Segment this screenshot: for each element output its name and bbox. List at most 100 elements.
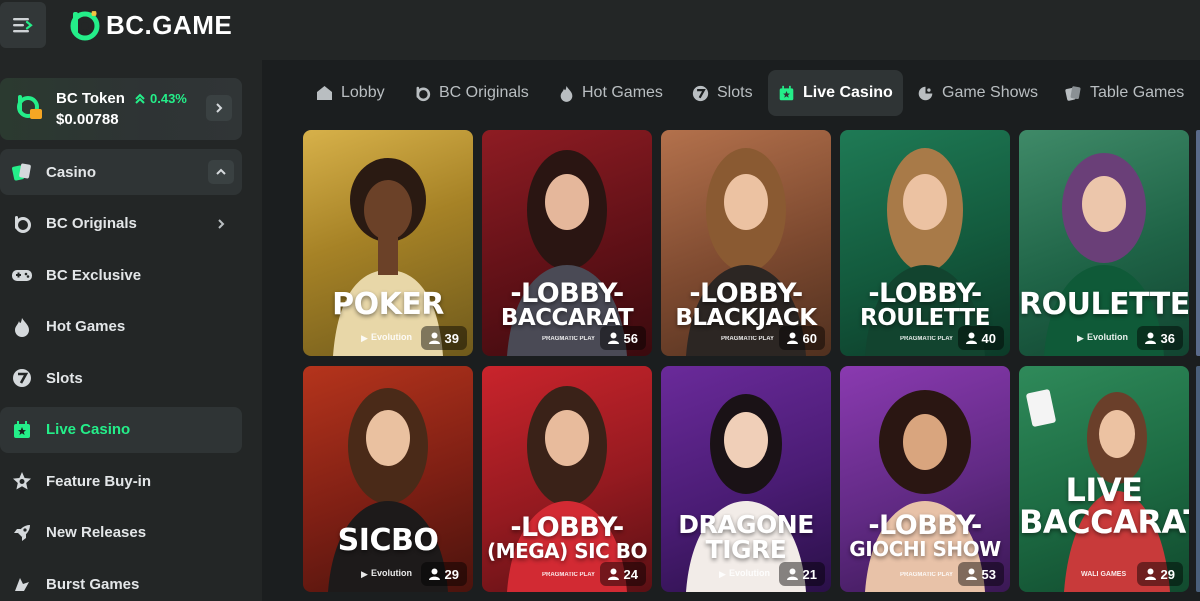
logo-text: BC.GAME bbox=[106, 9, 233, 40]
tab-label: Slots bbox=[717, 84, 753, 101]
user-icon bbox=[1144, 568, 1156, 580]
game-title: -LOBBY- GIOCHI SHOW bbox=[849, 510, 1001, 561]
live-casino-icon bbox=[11, 420, 33, 440]
sidebar-item-slots[interactable]: Slots bbox=[0, 355, 242, 401]
game-card[interactable]: -LOBBY- (MEGA) SIC BO PRAGMATIC PLAY 24 bbox=[482, 366, 652, 592]
next-game-card-peek[interactable] bbox=[1196, 366, 1200, 592]
top-bar: BC.GAME bbox=[0, 0, 1200, 60]
token-arrow-button[interactable] bbox=[206, 95, 232, 121]
fire-icon bbox=[560, 85, 573, 102]
sidebar-item-feature-buy-in[interactable]: Feature Buy-in bbox=[0, 458, 242, 504]
tab-game-shows[interactable]: Game Shows bbox=[917, 70, 1038, 116]
tab-table-games[interactable]: Table Games bbox=[1064, 70, 1184, 116]
tab-live-casino[interactable]: Live Casino bbox=[768, 70, 903, 116]
sidebar-item-hot-games[interactable]: Hot Games bbox=[0, 304, 242, 350]
sidebar-item-live-casino[interactable]: Live Casino bbox=[0, 406, 242, 453]
game-card[interactable]: -LOBBY- GIOCHI SHOW PRAGMATIC PLAY 53 bbox=[840, 366, 1010, 592]
dealer-image bbox=[328, 388, 448, 592]
token-name: BC Token bbox=[56, 90, 125, 107]
game-title: SICBO bbox=[337, 523, 439, 558]
user-icon bbox=[428, 568, 440, 580]
sidebar-item-bc-originals[interactable]: BC Originals bbox=[0, 201, 242, 247]
player-count: 29 bbox=[1136, 562, 1183, 586]
menu-toggle-button[interactable] bbox=[0, 2, 46, 48]
game-card[interactable]: ROULETTE ▶ Evolution 36 bbox=[1019, 130, 1189, 356]
bc-token-icon bbox=[17, 95, 42, 119]
user-icon bbox=[1144, 332, 1156, 344]
provider-logo: ▶ Evolution bbox=[361, 332, 412, 343]
game-card[interactable]: -LOBBY- ROULETTE PRAGMATIC PLAY 40 bbox=[840, 130, 1010, 356]
next-game-card-peek[interactable] bbox=[1196, 130, 1200, 356]
sidebar-item-label: Hot Games bbox=[46, 318, 126, 335]
game-show-icon bbox=[918, 86, 933, 100]
cards-icon bbox=[11, 162, 33, 182]
player-count: 36 bbox=[1136, 326, 1183, 350]
player-count: 24 bbox=[599, 562, 646, 586]
game-title: -LOBBY- BACCARAT bbox=[500, 278, 634, 331]
tab-bc-originals[interactable]: BC Originals bbox=[414, 70, 529, 116]
star-icon bbox=[11, 471, 33, 491]
player-count: 29 bbox=[420, 562, 467, 586]
provider-logo: PRAGMATIC PLAY bbox=[542, 572, 596, 578]
provider-logo: ▶ Evolution bbox=[719, 568, 770, 579]
game-card[interactable]: -LOBBY- BLACKJACK PRAGMATIC PLAY 60 bbox=[661, 130, 831, 356]
chevron-right-icon bbox=[216, 103, 223, 113]
tab-label: Hot Games bbox=[582, 84, 663, 101]
token-change: 0.43% bbox=[134, 91, 187, 106]
sidebar-item-label: Casino bbox=[46, 163, 97, 181]
bc-originals-icon bbox=[416, 86, 431, 101]
chevron-right-icon[interactable] bbox=[208, 212, 234, 236]
sidebar-item-label: BC Originals bbox=[46, 215, 137, 232]
tab-label: Game Shows bbox=[942, 84, 1039, 101]
user-icon bbox=[607, 568, 619, 580]
tab-label: Table Games bbox=[1090, 84, 1185, 101]
sidebar: BC Token 0.43% $0.00788 Casino BC Origin… bbox=[0, 60, 262, 601]
dealer-image bbox=[1044, 153, 1164, 356]
game-card[interactable]: -LOBBY- BACCARAT PRAGMATIC PLAY 56 bbox=[482, 130, 652, 356]
sidebar-item-label: New Releases bbox=[46, 524, 147, 541]
sidebar-item-label: Live Casino bbox=[46, 421, 131, 438]
sidebar-item-burst-games[interactable]: Burst Games bbox=[0, 561, 242, 601]
sidebar-item-new-releases[interactable]: New Releases bbox=[0, 510, 242, 556]
game-title: ROULETTE bbox=[1019, 287, 1189, 322]
tab-label: Lobby bbox=[341, 84, 385, 101]
user-icon bbox=[786, 568, 798, 580]
tab-label: BC Originals bbox=[439, 84, 529, 101]
game-title: -LOBBY- BLACKJACK bbox=[675, 278, 817, 331]
menu-collapse-icon bbox=[13, 18, 33, 33]
provider-logo: ▶ Evolution bbox=[361, 568, 412, 579]
main-content: Lobby BC Originals Hot Games Slots Live … bbox=[262, 60, 1200, 601]
logo[interactable]: BC.GAME bbox=[68, 6, 232, 44]
tab-label: Live Casino bbox=[803, 84, 893, 101]
game-card[interactable]: LIVE BACCARAT WALI GAMES 29 bbox=[1019, 366, 1189, 592]
provider-logo: PRAGMATIC PLAY bbox=[900, 572, 954, 578]
game-card[interactable]: DRAGONE TIGRE ▶ Evolution 21 bbox=[661, 366, 831, 592]
sidebar-item-casino[interactable]: Casino bbox=[0, 149, 242, 195]
token-price: $0.00788 bbox=[56, 111, 119, 128]
slot-seven-icon bbox=[692, 85, 709, 101]
provider-logo: PRAGMATIC PLAY bbox=[721, 336, 775, 342]
tab-lobby[interactable]: Lobby bbox=[316, 70, 385, 116]
fire-icon bbox=[11, 317, 33, 337]
tab-hot-games[interactable]: Hot Games bbox=[559, 70, 663, 116]
bc-originals-icon bbox=[11, 214, 33, 234]
live-casino-icon bbox=[779, 85, 794, 100]
player-count: 53 bbox=[957, 562, 1004, 586]
game-card[interactable]: SICBO ▶ Evolution 29 bbox=[303, 366, 473, 592]
provider-logo: WALI GAMES bbox=[1081, 571, 1127, 578]
chevron-up-icon[interactable] bbox=[208, 160, 234, 184]
sidebar-item-label: Burst Games bbox=[46, 575, 140, 593]
game-card[interactable]: POKER ▶ Evolution 39 bbox=[303, 130, 473, 356]
bc-logo-icon bbox=[70, 10, 100, 41]
player-count: 56 bbox=[599, 326, 646, 350]
game-title: POKER bbox=[332, 287, 444, 322]
player-count: 60 bbox=[778, 326, 825, 350]
bc-token-card[interactable]: BC Token 0.43% $0.00788 bbox=[0, 78, 242, 140]
user-icon bbox=[428, 332, 440, 344]
tab-slots[interactable]: Slots bbox=[692, 70, 753, 116]
dealer-image bbox=[333, 158, 443, 356]
rocket-icon bbox=[11, 523, 33, 543]
sidebar-item-bc-exclusive[interactable]: BC Exclusive bbox=[0, 252, 242, 298]
game-title: -LOBBY- ROULETTE bbox=[860, 278, 990, 331]
home-icon bbox=[317, 86, 332, 100]
